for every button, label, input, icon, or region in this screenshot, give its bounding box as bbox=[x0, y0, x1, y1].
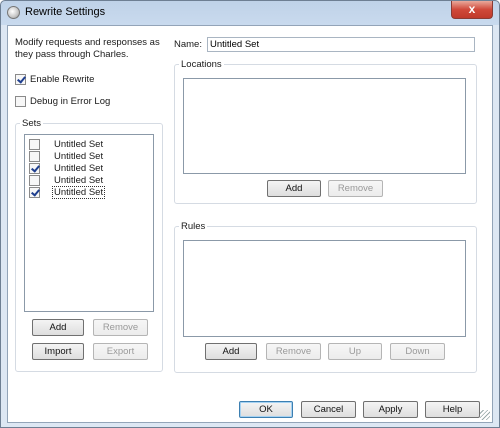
set-enabled-checkbox[interactable] bbox=[29, 162, 40, 174]
rules-up-button[interactable]: Up bbox=[328, 343, 382, 360]
set-name: Untitled Set bbox=[54, 162, 104, 174]
debug-error-log-checkbox[interactable]: Debug in Error Log bbox=[15, 96, 110, 107]
ok-button[interactable]: OK bbox=[239, 401, 293, 418]
list-item[interactable]: Untitled Set bbox=[25, 150, 153, 162]
rules-down-button[interactable]: Down bbox=[390, 343, 445, 360]
set-name: Untitled Set bbox=[54, 150, 104, 162]
sets-list[interactable]: Untitled Set Untitled Set Untitled Set U… bbox=[24, 134, 154, 312]
help-button[interactable]: Help bbox=[425, 401, 480, 418]
sets-export-button[interactable]: Export bbox=[93, 343, 148, 360]
description-text: Modify requests and responses as they pa… bbox=[15, 37, 160, 60]
sets-remove-button[interactable]: Remove bbox=[93, 319, 148, 336]
list-item[interactable]: Untitled Set bbox=[25, 138, 153, 150]
set-name: Untitled Set bbox=[54, 174, 104, 186]
charles-app-icon bbox=[7, 6, 20, 19]
locations-remove-button[interactable]: Remove bbox=[328, 180, 383, 197]
sets-import-button[interactable]: Import bbox=[32, 343, 84, 360]
set-enabled-checkbox[interactable] bbox=[29, 150, 40, 162]
name-label: Name: bbox=[174, 39, 202, 50]
locations-add-button[interactable]: Add bbox=[267, 180, 321, 197]
window-title: Rewrite Settings bbox=[25, 6, 106, 18]
rules-remove-button[interactable]: Remove bbox=[266, 343, 321, 360]
sets-add-button[interactable]: Add bbox=[32, 319, 84, 336]
dialog-body: Modify requests and responses as they pa… bbox=[7, 25, 493, 423]
title-bar[interactable]: Rewrite Settings x bbox=[1, 1, 499, 25]
enable-rewrite-label: Enable Rewrite bbox=[30, 74, 95, 85]
set-enabled-checkbox[interactable] bbox=[29, 174, 40, 186]
locations-list[interactable] bbox=[183, 78, 466, 174]
set-name: Untitled Set bbox=[54, 138, 104, 150]
cancel-button[interactable]: Cancel bbox=[301, 401, 356, 418]
resize-grip[interactable] bbox=[480, 410, 490, 420]
list-item[interactable]: Untitled Set bbox=[25, 185, 153, 199]
enable-rewrite-checkbox[interactable]: Enable Rewrite bbox=[15, 74, 94, 85]
apply-button[interactable]: Apply bbox=[363, 401, 418, 418]
set-enabled-checkbox[interactable] bbox=[29, 186, 40, 198]
debug-log-label: Debug in Error Log bbox=[30, 96, 111, 107]
rules-add-button[interactable]: Add bbox=[205, 343, 257, 360]
debug-log-check-icon[interactable] bbox=[15, 96, 26, 107]
locations-group-label: Locations bbox=[179, 59, 224, 70]
rules-list[interactable] bbox=[183, 240, 466, 337]
close-button[interactable]: x bbox=[451, 1, 493, 19]
rewrite-settings-window: Rewrite Settings x Modify requests and r… bbox=[0, 0, 500, 428]
name-input[interactable] bbox=[207, 37, 475, 52]
set-name: Untitled Set bbox=[51, 185, 106, 199]
set-enabled-checkbox[interactable] bbox=[29, 138, 40, 150]
list-item[interactable]: Untitled Set bbox=[25, 162, 153, 174]
rules-group-label: Rules bbox=[179, 221, 208, 232]
sets-group-label: Sets bbox=[20, 118, 44, 129]
list-item[interactable]: Untitled Set bbox=[25, 174, 153, 186]
enable-rewrite-check-icon[interactable] bbox=[15, 74, 26, 85]
